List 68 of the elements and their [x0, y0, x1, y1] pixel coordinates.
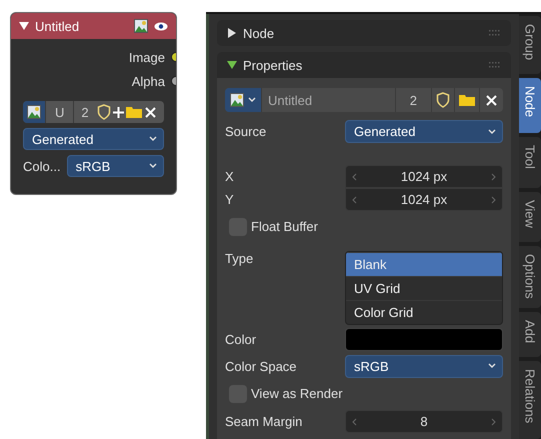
chevron-icon	[248, 97, 256, 103]
sidebar-tab[interactable]: Relations	[519, 361, 541, 439]
chevron-icon	[488, 128, 496, 134]
panel-header[interactable]: Properties	[217, 52, 511, 78]
checkbox-label: Float Buffer	[251, 219, 318, 234]
sidebar-tab[interactable]: Tool	[519, 136, 541, 188]
field-label: Source	[225, 124, 268, 139]
color-space-dropdown[interactable]: sRGB	[66, 155, 164, 177]
chevron-icon	[149, 163, 157, 169]
increment-icon[interactable]	[491, 196, 496, 204]
close-icon[interactable]	[144, 106, 156, 118]
image-icon	[134, 19, 148, 33]
sidebar-tab[interactable]: View	[519, 192, 541, 242]
close-icon[interactable]	[486, 94, 497, 106]
field-label: Colo...	[23, 158, 61, 174]
dropdown[interactable]: Generated	[345, 120, 503, 143]
panel-title: Node	[243, 26, 276, 40]
image-name[interactable]: Untitled	[262, 88, 396, 112]
number-field[interactable]: 1024 px	[345, 188, 503, 211]
field-label: Type	[225, 251, 254, 266]
node-header[interactable]: Untitled	[11, 13, 176, 39]
image-icon	[230, 93, 244, 107]
checkbox[interactable]	[229, 218, 247, 236]
field-label: Color Space	[225, 358, 298, 374]
field-label: Seam Margin	[225, 414, 304, 429]
user-count[interactable]: 2	[396, 88, 432, 112]
plus-icon[interactable]	[112, 106, 124, 118]
chevron-icon	[488, 363, 496, 369]
chevron-icon	[149, 136, 157, 142]
user-count[interactable]: 2	[74, 101, 96, 123]
panel-title: Properties	[243, 58, 304, 72]
field-label: X	[225, 169, 235, 184]
source-dropdown[interactable]: Generated	[23, 128, 164, 150]
number-field[interactable]: 8	[345, 410, 503, 433]
grip-icon[interactable]	[489, 62, 501, 68]
checkbox[interactable]	[229, 384, 247, 402]
panel-header[interactable]: Node	[217, 20, 511, 46]
user-flag[interactable]: U	[46, 101, 74, 123]
menu-item[interactable]: Blank	[346, 252, 502, 276]
decrement-icon[interactable]	[352, 196, 357, 204]
sidebar-tab[interactable]: Add	[519, 312, 541, 358]
output-label: Image	[128, 50, 165, 64]
increment-icon[interactable]	[491, 418, 496, 426]
shield-icon[interactable]	[96, 104, 111, 120]
expand-icon[interactable]	[227, 28, 237, 38]
field-label: Color	[225, 332, 258, 347]
node-title: Untitled	[35, 18, 80, 34]
grip-icon[interactable]	[489, 30, 501, 36]
decrement-icon[interactable]	[352, 418, 357, 426]
collapse-icon[interactable]	[227, 60, 237, 70]
image-icon	[27, 105, 41, 119]
output-label: Alpha	[132, 74, 165, 88]
eye-icon[interactable]	[154, 22, 168, 30]
dropdown[interactable]: sRGB	[345, 354, 503, 378]
decrement-icon[interactable]	[352, 172, 357, 180]
shield-icon[interactable]	[436, 92, 450, 108]
field-label: Y	[225, 192, 235, 207]
sidebar-tab[interactable]: Options	[519, 246, 541, 308]
increment-icon[interactable]	[491, 172, 496, 180]
collapse-icon[interactable]	[19, 21, 29, 31]
node-card[interactable]: Untitled Image Alpha U 2 Generated Colo... sRGB	[10, 12, 177, 195]
number-field[interactable]: 1024 px	[345, 165, 503, 188]
sidebar-tab[interactable]: Group	[519, 16, 541, 74]
sidebar-tab[interactable]: Node	[519, 78, 541, 133]
folder-icon[interactable]	[459, 94, 475, 106]
checkbox-label: View as Render	[251, 386, 343, 401]
color-swatch[interactable]	[345, 328, 503, 351]
folder-icon[interactable]	[126, 106, 142, 118]
